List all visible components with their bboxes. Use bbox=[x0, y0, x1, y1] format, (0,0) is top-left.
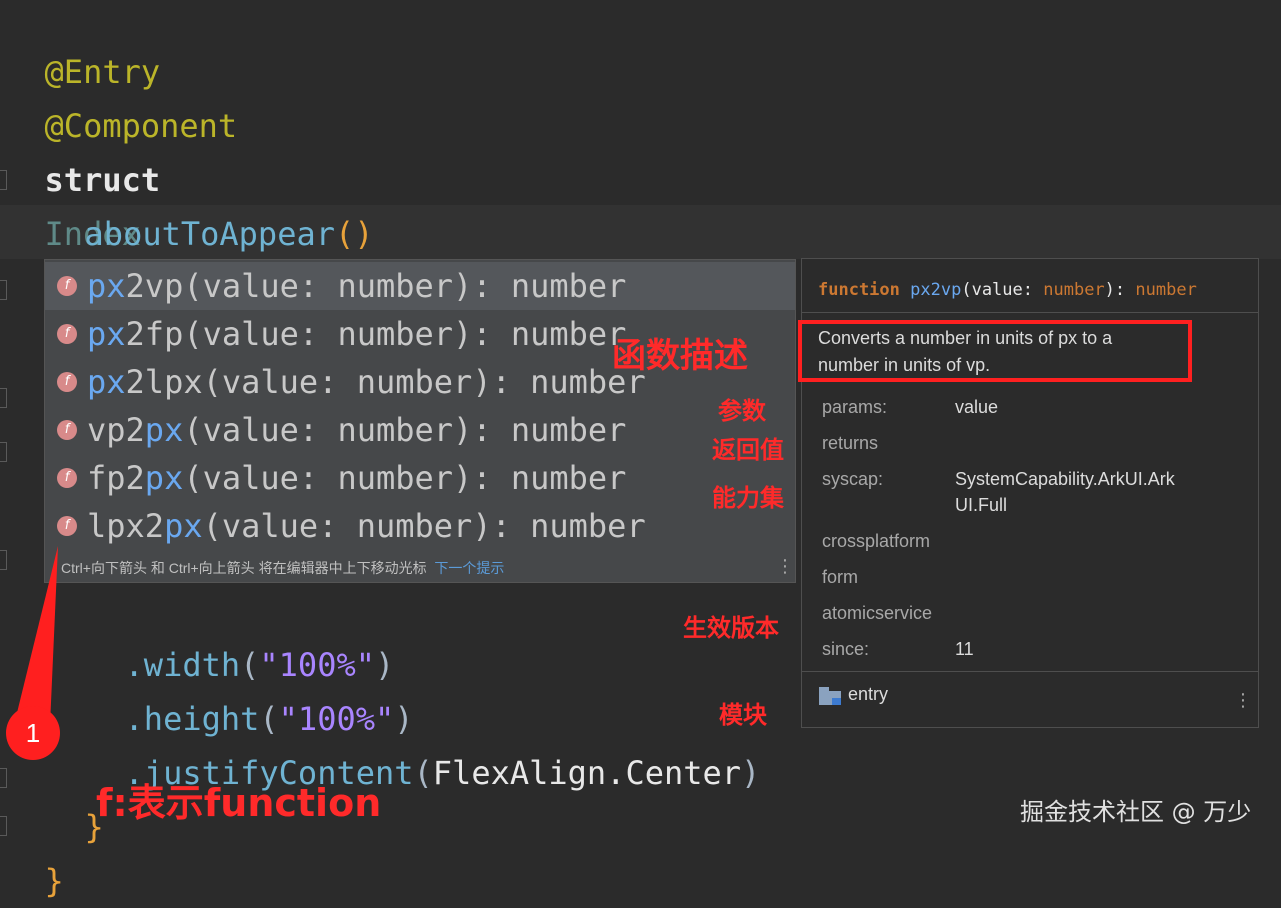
completion-signature: fp2px(value: number): number bbox=[87, 459, 627, 497]
doc-label-form: form bbox=[822, 567, 858, 587]
function-icon: f bbox=[57, 516, 77, 536]
doc-value-since: 11 bbox=[955, 639, 974, 659]
close-brace-outer: } bbox=[44, 862, 64, 900]
more-options-icon[interactable]: ⋮ bbox=[776, 558, 794, 576]
function-icon: f bbox=[57, 276, 77, 296]
fold-marker-icon[interactable] bbox=[0, 768, 7, 788]
completion-item[interactable]: f fp2px(value: number): number bbox=[45, 454, 795, 502]
next-tip-link[interactable]: 下一个提示 bbox=[434, 560, 504, 576]
fold-marker-icon[interactable] bbox=[0, 388, 7, 408]
code-line-struct[interactable]: struct Index { bbox=[6, 99, 161, 307]
description-highlight-box bbox=[798, 320, 1192, 382]
function-icon: f bbox=[57, 324, 77, 344]
annotation-syscap: 能力集 bbox=[712, 484, 784, 512]
function-icon: f bbox=[57, 372, 77, 392]
completion-signature: px2vp(value: number): number bbox=[87, 267, 627, 305]
justify-arg: FlexAlign.Center bbox=[432, 754, 742, 792]
doc-label-params: params: bbox=[822, 397, 888, 417]
annotation-returns: 返回值 bbox=[712, 436, 784, 464]
completion-footer: Ctrl+向下箭头 和 Ctrl+向上箭头 将在编辑器中上下移动光标 下一个提示 bbox=[61, 558, 504, 578]
completion-item[interactable]: f lpx2px(value: number): number bbox=[45, 502, 795, 550]
more-options-icon[interactable]: ⋮ bbox=[1234, 692, 1252, 710]
completion-signature: px2lpx(value: number): number bbox=[87, 363, 646, 401]
module-name: entry bbox=[848, 684, 889, 704]
footer-hint: Ctrl+向下箭头 和 Ctrl+向上箭头 将在编辑器中上下移动光标 bbox=[61, 560, 427, 576]
doc-label-crossplatform: crossplatform bbox=[822, 531, 931, 551]
doc-label-syscap: syscap: bbox=[822, 469, 884, 489]
code-line-typing[interactable]: px bbox=[86, 207, 164, 307]
method-parens: () bbox=[334, 215, 374, 253]
code-line-justify[interactable]: .justifyContent(FlexAlign.Center) bbox=[86, 692, 761, 792]
function-icon: f bbox=[57, 468, 77, 488]
completion-signature: vp2px(value: number): number bbox=[87, 411, 627, 449]
annotation-module: 模块 bbox=[719, 701, 767, 729]
watermark: 掘金技术社区 @ 万少 bbox=[1020, 798, 1252, 826]
annotation-marker-badge: 1 bbox=[6, 706, 60, 760]
completion-signature: lpx2px(value: number): number bbox=[87, 507, 646, 545]
completion-signature: px2fp(value: number): number bbox=[87, 315, 627, 353]
code-line-about-to-appear[interactable]: aboutToAppear() { bbox=[46, 153, 374, 307]
doc-value-params: value bbox=[955, 397, 999, 417]
code-line-width[interactable]: .width("100%") bbox=[86, 584, 395, 684]
annotation-params: 参数 bbox=[718, 397, 766, 425]
doc-label-returns: returns bbox=[822, 433, 879, 453]
code-line-component[interactable]: @Component bbox=[6, 45, 238, 145]
completion-item[interactable]: f px2vp(value: number): number bbox=[45, 262, 795, 310]
completion-item[interactable]: f vp2px(value: number): number bbox=[45, 406, 795, 454]
doc-module-footer: entry ⋮ bbox=[802, 671, 1258, 728]
module-folder-icon bbox=[819, 687, 841, 705]
doc-value-syscap: SystemCapability.ArkUI.ArkUI.Full bbox=[955, 469, 1175, 515]
doc-label-since: since: bbox=[822, 639, 870, 659]
code-line-height[interactable]: .height("100%") bbox=[86, 638, 414, 738]
annotation-f-meaning: f:表示function bbox=[96, 781, 382, 825]
fold-marker-icon[interactable] bbox=[0, 442, 7, 462]
doc-label-atomicservice: atomicservice bbox=[822, 603, 933, 623]
function-icon: f bbox=[57, 420, 77, 440]
annotation-func-desc: 函数描述 bbox=[612, 336, 748, 376]
annotation-since: 生效版本 bbox=[683, 614, 779, 642]
doc-signature: function px2vp(value: number): number bbox=[802, 259, 1258, 313]
completion-popup[interactable]: f px2vp(value: number): number f px2fp(v… bbox=[44, 259, 796, 583]
code-line-entry[interactable]: @Entry bbox=[6, 0, 161, 91]
